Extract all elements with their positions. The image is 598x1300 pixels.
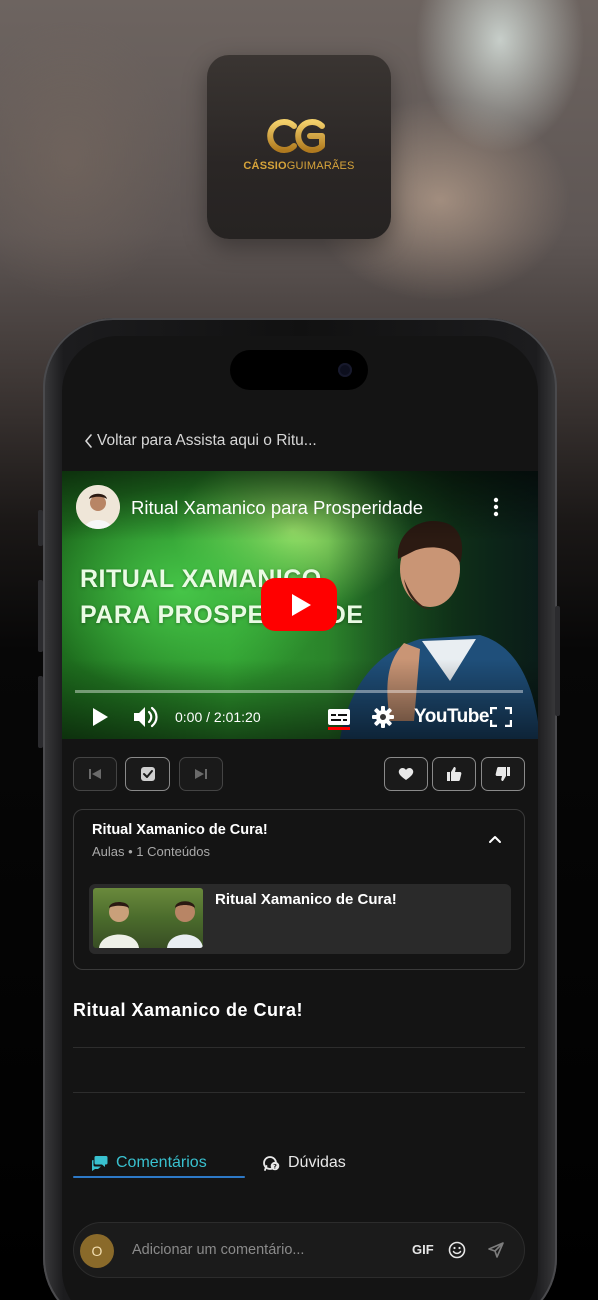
phone-volume-up-button (38, 580, 43, 652)
lesson-thumbnail (93, 888, 203, 948)
settings-gear-icon[interactable] (372, 706, 394, 728)
video-time: 0:00 / 2:01:20 (175, 709, 261, 725)
previous-lesson-button[interactable] (73, 757, 117, 791)
brand-logo-icon (267, 119, 325, 153)
tab-comentarios-label: Comentários (116, 1154, 207, 1171)
phone-screen: Voltar para Assista aqui o Ritu... RITUA… (62, 336, 538, 1300)
active-tab-indicator (73, 1176, 245, 1178)
favorite-button[interactable] (384, 757, 428, 791)
chevron-left-icon (85, 434, 92, 448)
skip-next-icon (195, 769, 207, 779)
divider (73, 1092, 525, 1093)
subtitles-icon[interactable] (327, 708, 351, 730)
youtube-logo[interactable]: YouTube (414, 706, 489, 728)
heart-icon (398, 768, 414, 780)
comment-input[interactable]: Adicionar um comentário... (132, 1242, 304, 1258)
lesson-list-item[interactable]: Ritual Xamanico de Cura! (89, 884, 511, 954)
tab-duvidas[interactable]: ? Dúvidas (263, 1148, 346, 1178)
tab-comentarios[interactable]: Comentários (91, 1148, 207, 1178)
svg-text:?: ? (273, 1162, 277, 1170)
module-title: Ritual Xamanico de Cura! (92, 822, 268, 838)
video-player[interactable]: RITUAL XAMANICO PARA PROSPERIDADE Ritual… (62, 471, 538, 739)
emoji-icon[interactable] (448, 1241, 466, 1259)
question-chat-icon: ? (263, 1155, 280, 1171)
video-progress-bar[interactable] (75, 690, 523, 693)
thumbs-up-icon (447, 767, 462, 781)
module-subtitle: Aulas • 1 Conteúdos (92, 844, 211, 859)
phone-volume-down-button (38, 676, 43, 748)
brand-wordmark: CÁSSIOGUIMARÃES (243, 160, 355, 172)
back-link-label: Voltar para Assista aqui o Ritu... (97, 432, 317, 449)
channel-avatar[interactable] (76, 485, 120, 529)
gif-button[interactable]: GIF (412, 1242, 434, 1257)
tab-duvidas-label: Dúvidas (288, 1154, 346, 1171)
lesson-list-item-title: Ritual Xamanico de Cura! (215, 891, 397, 908)
checkbox-checked-icon (140, 767, 155, 781)
thumbs-down-icon (495, 767, 510, 781)
video-title[interactable]: Ritual Xamanico para Prosperidade (131, 497, 423, 519)
mark-complete-button[interactable] (125, 757, 170, 791)
youtube-play-button[interactable] (261, 578, 337, 631)
send-icon[interactable] (487, 1241, 505, 1259)
back-link[interactable]: Voltar para Assista aqui o Ritu... (84, 432, 317, 450)
play-icon[interactable] (91, 707, 109, 727)
avatar-icon (76, 485, 120, 529)
dynamic-island (230, 350, 368, 390)
app-logo-tile: CÁSSIOGUIMARÃES (207, 55, 391, 239)
phone-action-button (38, 510, 43, 546)
comment-composer: O Adicionar um comentário... GIF (73, 1222, 525, 1278)
like-button[interactable] (432, 757, 476, 791)
lesson-title: Ritual Xamanico de Cura! (73, 1000, 304, 1020)
comments-icon (92, 1155, 108, 1171)
user-avatar[interactable]: O (80, 1234, 114, 1268)
fullscreen-icon[interactable] (490, 707, 512, 727)
phone-power-button (555, 606, 560, 716)
more-vert-icon[interactable] (490, 497, 502, 517)
chevron-up-icon[interactable] (488, 834, 502, 844)
divider (73, 1047, 525, 1048)
volume-icon[interactable] (133, 705, 159, 729)
module-card: Ritual Xamanico de Cura! Aulas • 1 Conte… (73, 809, 525, 970)
dislike-button[interactable] (481, 757, 525, 791)
video-controls: 0:00 / 2:01:20 YouTube (62, 701, 538, 733)
next-lesson-button[interactable] (179, 757, 223, 791)
skip-previous-icon (89, 769, 101, 779)
